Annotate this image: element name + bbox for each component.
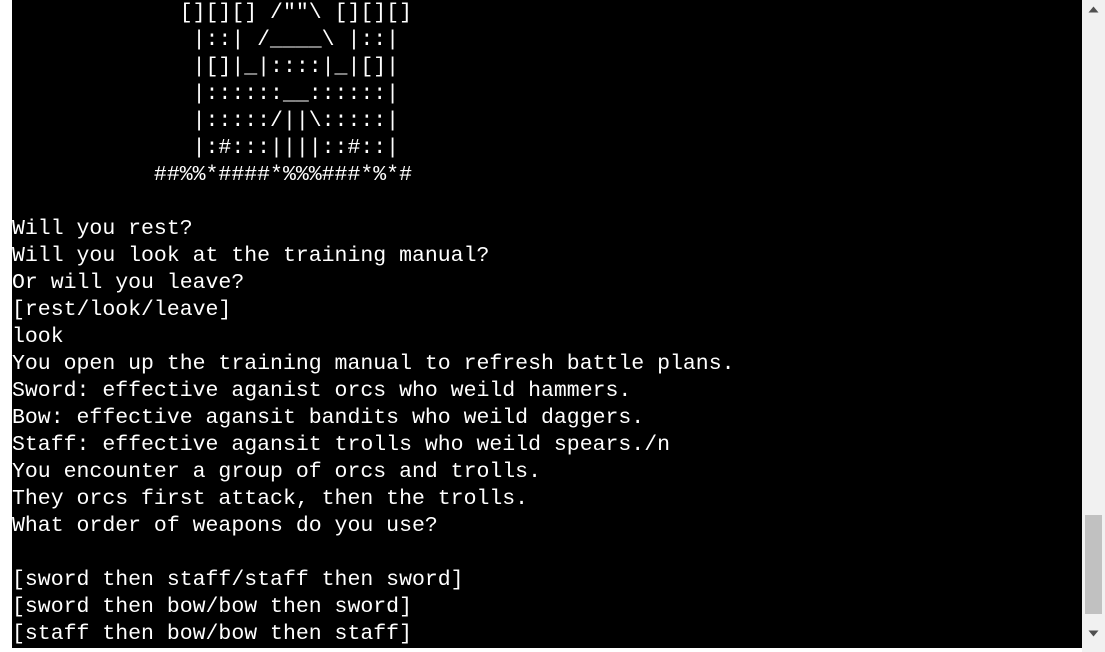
terminal-line-13: You open up the training manual to refre…	[12, 352, 735, 376]
bottom-edge	[0, 648, 1082, 652]
terminal-line-14: Sword: effective aganist orcs who weild …	[12, 379, 632, 403]
terminal-line-8: Will you rest?	[12, 217, 193, 241]
terminal-line-15: Bow: effective agansit bandits who weild…	[12, 406, 645, 430]
terminal-line-10: Or will you leave?	[12, 271, 245, 295]
scroll-up-button[interactable]	[1082, 0, 1105, 18]
vertical-scrollbar[interactable]	[1082, 0, 1105, 652]
terminal-line-20	[12, 540, 735, 567]
terminal-line-7	[12, 189, 735, 216]
triangle-down-icon	[1088, 630, 1099, 636]
terminal-line-21: [sword then staff/staff then sword]	[12, 568, 464, 592]
triangle-up-icon	[1088, 6, 1099, 12]
terminal-line-23: [staff then bow/bow then staff]	[12, 622, 412, 646]
terminal-line-17: You encounter a group of orcs and trolls…	[12, 460, 541, 484]
terminal-line-2: |[]|_|::::|_|[]|	[12, 55, 400, 79]
terminal-line-12: look	[12, 325, 64, 349]
terminal-line-16: Staff: effective agansit trolls who weil…	[12, 433, 671, 457]
terminal-line-0: [][][] /""\ [][][]	[12, 1, 412, 25]
terminal-line-4: |:::::/||\:::::|	[12, 109, 400, 133]
terminal-line-6: ##%%*####*%%%###*%*#	[12, 163, 412, 187]
scroll-down-button[interactable]	[1082, 624, 1105, 642]
app-window: [][][] /""\ [][][] |::| /____\ |::| |[]|…	[0, 0, 1105, 652]
terminal-lines: [][][] /""\ [][][] |::| /____\ |::| |[]|…	[12, 0, 735, 648]
terminal-output[interactable]: [][][] /""\ [][][] |::| /____\ |::| |[]|…	[12, 0, 1082, 648]
terminal-line-22: [sword then bow/bow then sword]	[12, 595, 412, 619]
terminal-line-18: They orcs first attack, then the trolls.	[12, 487, 529, 511]
terminal-line-19: What order of weapons do you use?	[12, 514, 438, 538]
terminal-line-3: |::::::__::::::|	[12, 82, 400, 106]
terminal-line-11: [rest/look/leave]	[12, 298, 232, 322]
terminal-line-5: |:#:::||||::#::|	[12, 136, 400, 160]
scrollbar-thumb[interactable]	[1085, 515, 1102, 614]
terminal-line-9: Will you look at the training manual?	[12, 244, 490, 268]
terminal-line-1: |::| /____\ |::|	[12, 28, 400, 52]
